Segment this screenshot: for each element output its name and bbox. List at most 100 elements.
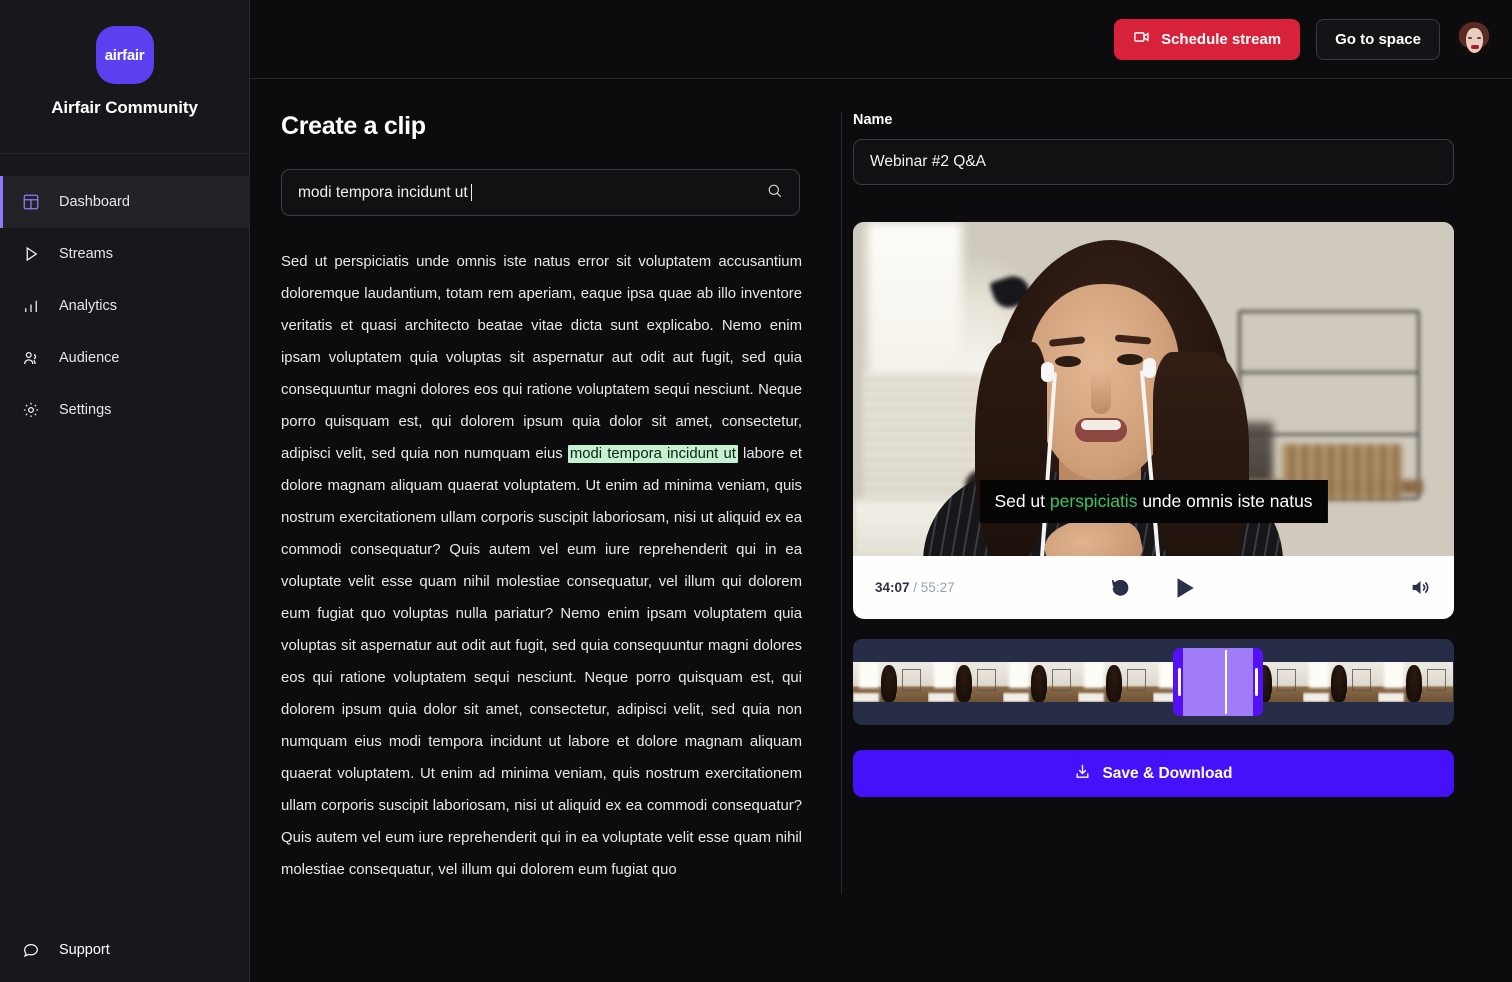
time-separator: / [909,580,921,595]
go-to-space-button[interactable]: Go to space [1316,18,1440,60]
transcript-pane: Create a clip modi tempora incidunt ut S… [250,79,842,982]
sidebar-divider [0,153,249,154]
timeline-frame [1078,662,1153,702]
sidebar-nav: Dashboard Streams Analytics Audience Set… [0,176,249,436]
search-input[interactable]: modi tempora incidunt ut [281,169,800,216]
play-triangle-icon [21,244,41,264]
airfair-logo-icon: airfair [95,26,154,84]
clip-editor-pane: Name Webinar #2 Q&A Sed ut perspiciatis … [815,79,1477,982]
brand-name: Airfair Community [51,98,198,117]
caption-keyword: perspiciatis [1049,491,1138,511]
sidebar: airfair Airfair Community Dashboard Stre… [0,0,250,982]
sidebar-item-label: Audience [59,349,120,366]
timeline-frame [1303,662,1378,702]
bar-chart-icon [21,296,41,316]
sidebar-item-label: Analytics [59,297,118,314]
caption-pre: Sed ut [994,491,1050,511]
current-time: 34:07 [875,580,910,595]
timeline-frame [928,662,1003,702]
restart-icon[interactable] [1110,577,1131,598]
selection-handle-right[interactable] [1255,668,1258,696]
sidebar-item-support[interactable]: Support [0,940,249,960]
timeline-playhead[interactable] [1225,650,1227,714]
frame-bed [853,693,879,702]
frame-bed [1003,693,1029,702]
frame-shelf [977,669,996,691]
topbar: Schedule stream Go to space [250,0,1512,79]
transcript-highlight[interactable]: modi tempora incidunt ut [567,445,738,463]
sidebar-support-label: Support [59,941,110,958]
avatar[interactable] [1456,21,1492,57]
users-icon [21,348,41,368]
sidebar-item-settings[interactable]: Settings [0,384,249,436]
timeline-frame [1378,662,1453,702]
avatar-eye-right [1477,37,1481,39]
search-icon[interactable] [766,182,783,204]
frame-hands [1407,687,1422,699]
avatar-image [1456,21,1492,57]
video-camera-icon [1133,28,1151,50]
play-icon[interactable] [1171,574,1197,602]
transcript-after: labore et dolore magnam aliquam quaerat … [281,446,802,878]
earbud-right-icon [1143,358,1156,378]
chat-bubble-icon [21,940,41,960]
name-label: Name [853,112,893,128]
content: Create a clip modi tempora incidunt ut S… [250,79,1512,982]
speaker-eye-left [1055,356,1081,367]
selection-fill [1183,648,1253,716]
sidebar-item-label: Streams [59,245,113,262]
frame-shelf [902,669,921,691]
video-frame[interactable]: Sed ut perspiciatis unde omnis iste natu… [853,222,1454,556]
schedule-stream-label: Schedule stream [1161,30,1282,48]
video-player: Sed ut perspiciatis unde omnis iste natu… [853,222,1454,619]
avatar-eye-left [1468,37,1472,39]
page-title: Create a clip [281,112,426,140]
clip-name-input[interactable]: Webinar #2 Q&A [853,139,1454,185]
sidebar-item-streams[interactable]: Streams [0,228,249,280]
frame-bed [1303,693,1329,702]
transcript-text[interactable]: Sed ut perspiciatis unde omnis iste natu… [281,246,802,982]
avatar-face [1466,28,1483,53]
selection-handle-left[interactable] [1178,668,1181,696]
frame-shelf [1427,669,1446,691]
player-controls: 34:07 / 55:27 [853,556,1454,619]
timeline-selection[interactable] [1173,648,1263,716]
save-download-button[interactable]: Save & Download [853,750,1454,797]
timeline-frame [853,662,928,702]
volume-on-icon[interactable] [1409,577,1432,598]
player-time: 34:07 / 55:27 [875,580,955,595]
brand: airfair Airfair Community [0,0,249,140]
speaker-nose [1091,372,1111,414]
sidebar-item-audience[interactable]: Audience [0,332,249,384]
frame-hands [882,687,897,699]
main-area: Schedule stream Go to space Create a cli… [250,0,1512,982]
sidebar-item-dashboard[interactable]: Dashboard [0,176,249,228]
frame-shelf [1352,669,1371,691]
speaker-teeth [1081,420,1121,430]
avatar-lips [1471,45,1479,49]
frame-hands [1332,687,1347,699]
frame-shelf [1277,669,1296,691]
gear-icon [21,400,41,420]
frame-bed [1378,693,1404,702]
timeline-frame [1003,662,1078,702]
app-root: airfair Airfair Community Dashboard Stre… [0,0,1512,982]
frame-shelf [1127,669,1146,691]
pane-divider [841,112,842,894]
clip-timeline[interactable] [853,639,1454,725]
caption-post: unde omnis iste natus [1137,491,1313,511]
layout-dashboard-icon [21,192,41,212]
sidebar-item-label: Settings [59,401,112,418]
frame-hands [1032,687,1047,699]
search-input-value: modi tempora incidunt ut [298,183,468,201]
sidebar-item-label: Dashboard [59,193,130,210]
transcript-before: Sed ut perspiciatis unde omnis iste natu… [281,254,802,462]
download-icon [1074,763,1091,785]
speaker-eye-right [1117,354,1143,365]
speaker-hair-right [1153,352,1249,556]
schedule-stream-button[interactable]: Schedule stream [1114,18,1301,60]
clip-name-value: Webinar #2 Q&A [870,153,987,170]
video-caption: Sed ut perspiciatis unde omnis iste natu… [979,480,1328,523]
frame-bed [928,693,954,702]
sidebar-item-analytics[interactable]: Analytics [0,280,249,332]
